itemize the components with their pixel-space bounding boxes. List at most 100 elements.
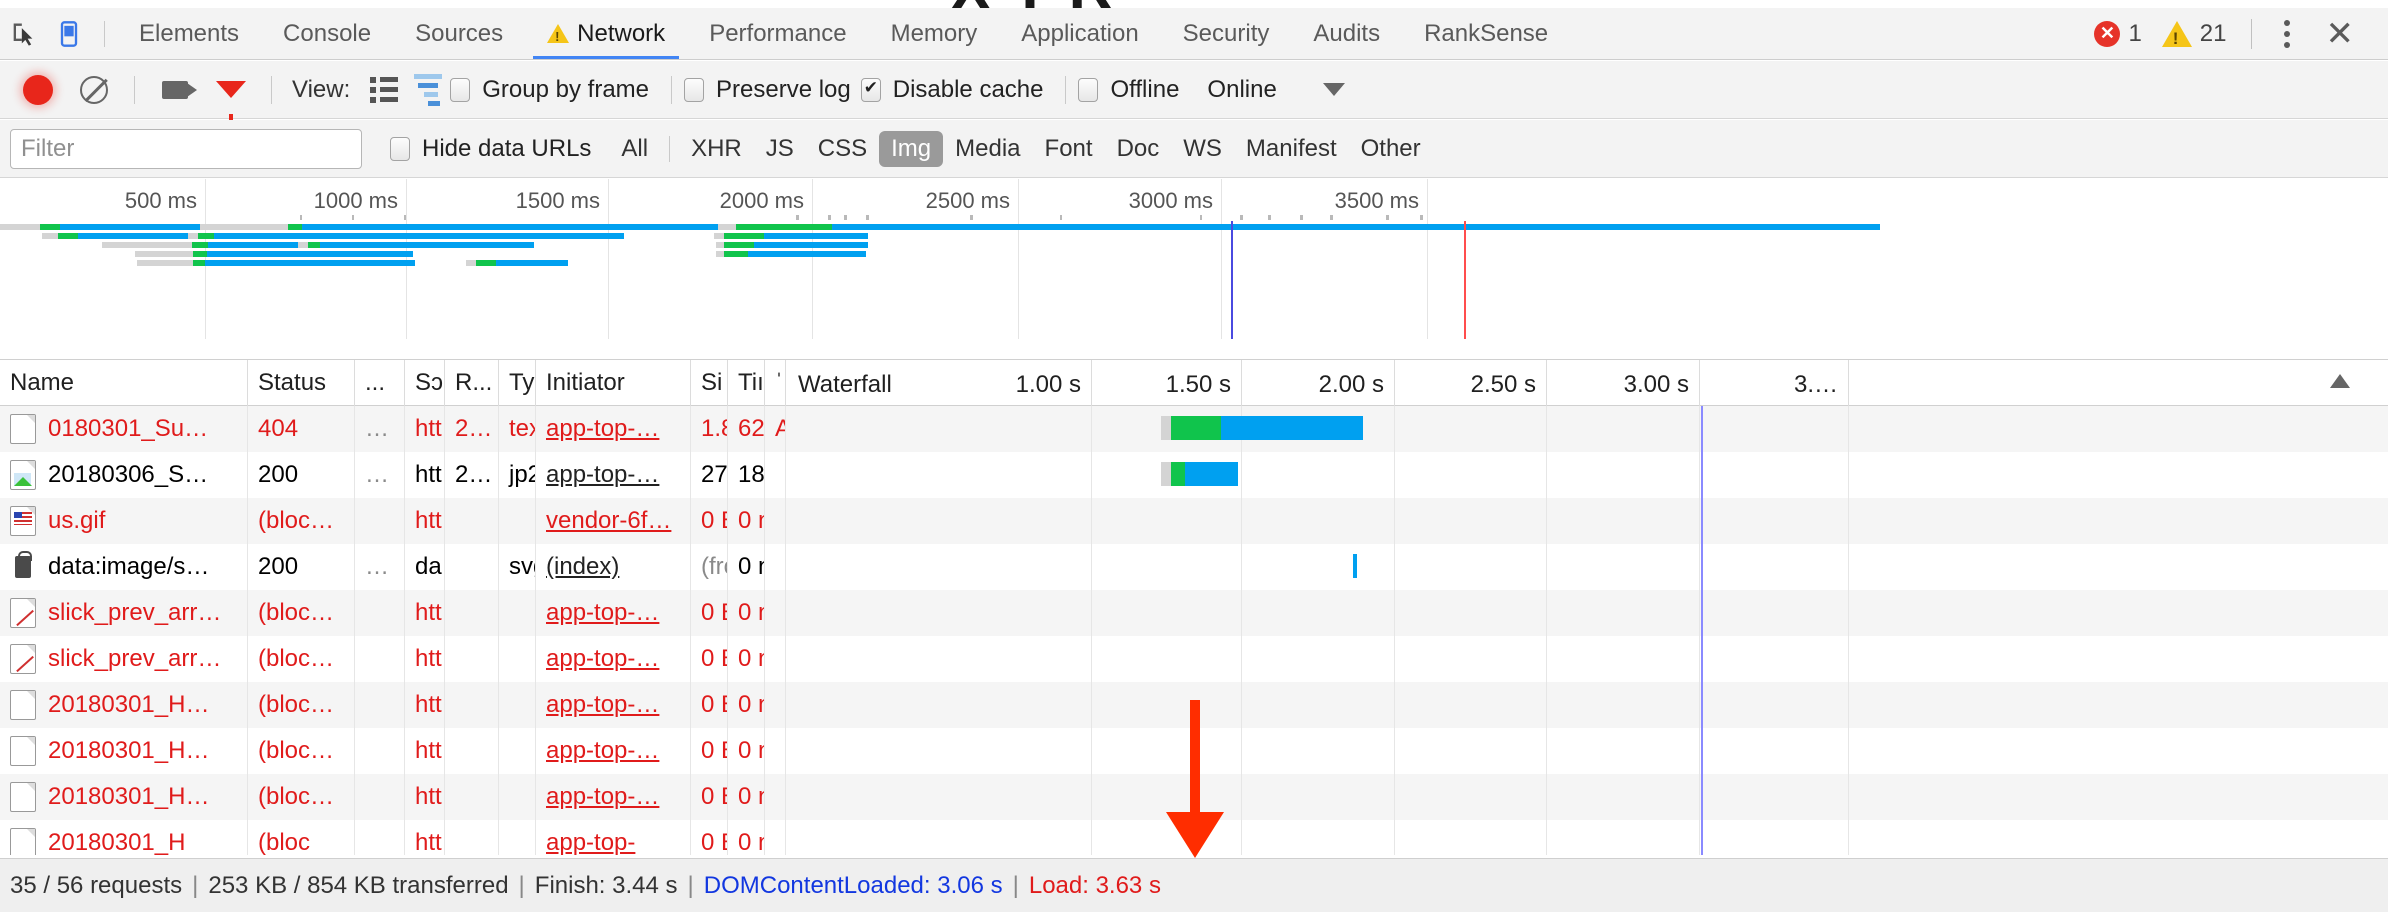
table-row[interactable]: 20180301_H… (bloc… htt app-top-… 0 B 0 n: [0, 774, 2388, 820]
cell-initiator[interactable]: app-top-…: [536, 682, 691, 728]
column-header-name[interactable]: Name: [0, 360, 248, 406]
tab-security[interactable]: Security: [1161, 8, 1292, 59]
tab-application[interactable]: Application: [999, 8, 1160, 59]
filter-type-ws[interactable]: WS: [1171, 131, 1234, 167]
cell-scheme-text: htt: [415, 691, 442, 718]
tab-console[interactable]: Console: [261, 8, 393, 59]
offline-checkbox[interactable]: Offline: [1078, 76, 1179, 104]
column-header-r[interactable]: R...: [445, 360, 499, 406]
filter-type-js[interactable]: JS: [754, 131, 806, 167]
cell-name[interactable]: slick_prev_arr…: [0, 590, 248, 636]
hide-data-urls-box: [390, 136, 410, 161]
cell-time-text: 18ʑ: [738, 461, 765, 488]
table-row[interactable]: us.gif (bloc… htt vendor-6f… 0 B 0 n: [0, 498, 2388, 544]
filter-type-other[interactable]: Other: [1349, 131, 1433, 167]
cell-name[interactable]: slick_prev_arr…: [0, 636, 248, 682]
cell-size: 0 B: [691, 498, 728, 544]
cell-protocol-dots: [355, 498, 405, 544]
cell-initiator[interactable]: (index): [536, 544, 691, 590]
tab-performance[interactable]: Performance: [687, 8, 868, 59]
inspect-element-icon[interactable]: [0, 14, 46, 54]
tab-memory[interactable]: Memory: [869, 8, 1000, 59]
table-row[interactable]: 0180301_Su… 404 … htt 2… teх app-top-… 1.8 62‹ A: [0, 406, 2388, 452]
cell-name[interactable]: data:image/s…: [0, 544, 248, 590]
tab-audits[interactable]: Audits: [1291, 8, 1402, 59]
cell-extra-text: A: [775, 415, 785, 443]
cell-initiator[interactable]: app-top-: [536, 820, 691, 855]
tab-list: Elements Console Sources Network Performance…: [117, 8, 1570, 59]
preserve-log-checkbox[interactable]: Preserve log: [684, 76, 851, 104]
network-timeline-overview[interactable]: 500 ms 1000 ms 1500 ms 2000 ms 2500 ms 3000 m…: [0, 179, 2388, 360]
filter-type-media[interactable]: Media: [943, 131, 1032, 167]
filter-toggle-icon[interactable]: [203, 67, 259, 124]
column-header-si[interactable]: Si: [691, 360, 728, 406]
column-header-ty[interactable]: Ty: [499, 360, 536, 406]
error-count-badge[interactable]: ✕ 1: [2086, 20, 2149, 48]
table-row[interactable]: 20180301_H… (bloc… htt app-top-… 0 B 0 n: [0, 682, 2388, 728]
filter-input[interactable]: [10, 128, 362, 169]
cell-name[interactable]: us.gif: [0, 498, 248, 544]
waterfall-gridline: [1546, 774, 1547, 820]
cell-initiator[interactable]: app-top-…: [536, 774, 691, 820]
cell-name[interactable]: 0180301_Su…: [0, 406, 248, 452]
sort-ascending-icon: [2330, 373, 2350, 388]
tab-network[interactable]: Network: [525, 8, 687, 59]
record-button[interactable]: [10, 67, 66, 113]
table-row[interactable]: 20180306_S… 200 … htt 2… jp2 app-top-… 27 18ʑ: [0, 452, 2388, 498]
filter-type-xhr[interactable]: XHR: [679, 131, 754, 167]
tab-label: Application: [1021, 19, 1139, 47]
filter-type-all[interactable]: All: [609, 131, 660, 167]
waterfall-view-icon[interactable]: [406, 70, 450, 110]
cell-name[interactable]: 20180301_H: [0, 820, 248, 855]
overview-request-bar: [207, 251, 413, 257]
tab-ranksense[interactable]: RankSense: [1402, 8, 1570, 59]
column-header-status[interactable]: Status: [248, 360, 355, 406]
table-row[interactable]: data:image/s… 200 … da svɡ (index) (fro 0 n: [0, 544, 2388, 590]
table-row[interactable]: slick_prev_arr… (bloc… htt app-top-… 0 B 0 n: [0, 590, 2388, 636]
table-row[interactable]: 20180301_H (bloc htt app-top- 0 B 0 n: [0, 820, 2388, 855]
cell-name[interactable]: 20180301_H…: [0, 728, 248, 774]
more-options-icon[interactable]: [2268, 10, 2306, 58]
cell-initiator[interactable]: app-top-…: [536, 636, 691, 682]
cell-initiator[interactable]: app-top-…: [536, 406, 691, 452]
filter-type-doc[interactable]: Doc: [1105, 131, 1172, 167]
close-icon[interactable]: ✕: [2310, 17, 2371, 51]
hide-data-urls-checkbox[interactable]: Hide data URLs: [390, 135, 591, 163]
filter-type-img[interactable]: Img: [879, 130, 944, 167]
throttling-value[interactable]: Online: [1207, 76, 1276, 104]
disable-cache-checkbox[interactable]: Disable cache: [860, 76, 1043, 104]
group-by-frame-checkbox[interactable]: Group by frame: [450, 76, 649, 104]
cell-initiator[interactable]: vendor-6f…: [536, 498, 691, 544]
waterfall-dcl-marker: [1701, 820, 1703, 855]
column-header-initiator[interactable]: Initiator: [536, 360, 691, 406]
tab-sources[interactable]: Sources: [393, 8, 525, 59]
filter-type-manifest[interactable]: Manifest: [1234, 131, 1349, 167]
cell-initiator[interactable]: app-top-…: [536, 452, 691, 498]
filter-type-css[interactable]: CSS: [806, 131, 879, 167]
table-row[interactable]: 20180301_H… (bloc… htt app-top-… 0 B 0 n: [0, 728, 2388, 774]
clear-button[interactable]: [66, 67, 122, 113]
cell-name[interactable]: 20180301_H…: [0, 774, 248, 820]
column-header-[interactable]: ˈ: [765, 360, 786, 406]
chevron-down-icon[interactable]: [1322, 83, 1345, 96]
list-view-icon[interactable]: [362, 70, 406, 110]
cell-initiator[interactable]: app-top-…: [536, 728, 691, 774]
capture-screenshots-icon[interactable]: [147, 67, 203, 113]
column-header-[interactable]: ...: [355, 360, 405, 406]
warning-count-badge[interactable]: 21: [2154, 20, 2235, 49]
column-header-ti[interactable]: Tiı: [728, 360, 765, 406]
cell-status: 404: [248, 406, 355, 452]
waterfall-gridline: [1699, 452, 1700, 498]
cell-type: svɡ: [499, 544, 536, 590]
cell-initiator[interactable]: app-top-…: [536, 590, 691, 636]
table-row[interactable]: slick_prev_arr… (bloc… htt app-top-… 0 B 0 n: [0, 636, 2388, 682]
cell-name[interactable]: 20180306_S…: [0, 452, 248, 498]
filter-type-font[interactable]: Font: [1033, 131, 1105, 167]
cell-name[interactable]: 20180301_H…: [0, 682, 248, 728]
column-header-waterfall[interactable]: 1.00 s 1.50 s 2.00 s 2.50 s 3.00 s 3.… Waterfa…: [786, 360, 2388, 406]
column-header-s[interactable]: Sɔ: [405, 360, 445, 406]
tab-elements[interactable]: Elements: [117, 8, 261, 59]
overview-request-bar: [40, 224, 60, 230]
toggle-device-toolbar-icon[interactable]: [46, 14, 92, 54]
waterfall-dcl-marker: [1701, 728, 1703, 774]
